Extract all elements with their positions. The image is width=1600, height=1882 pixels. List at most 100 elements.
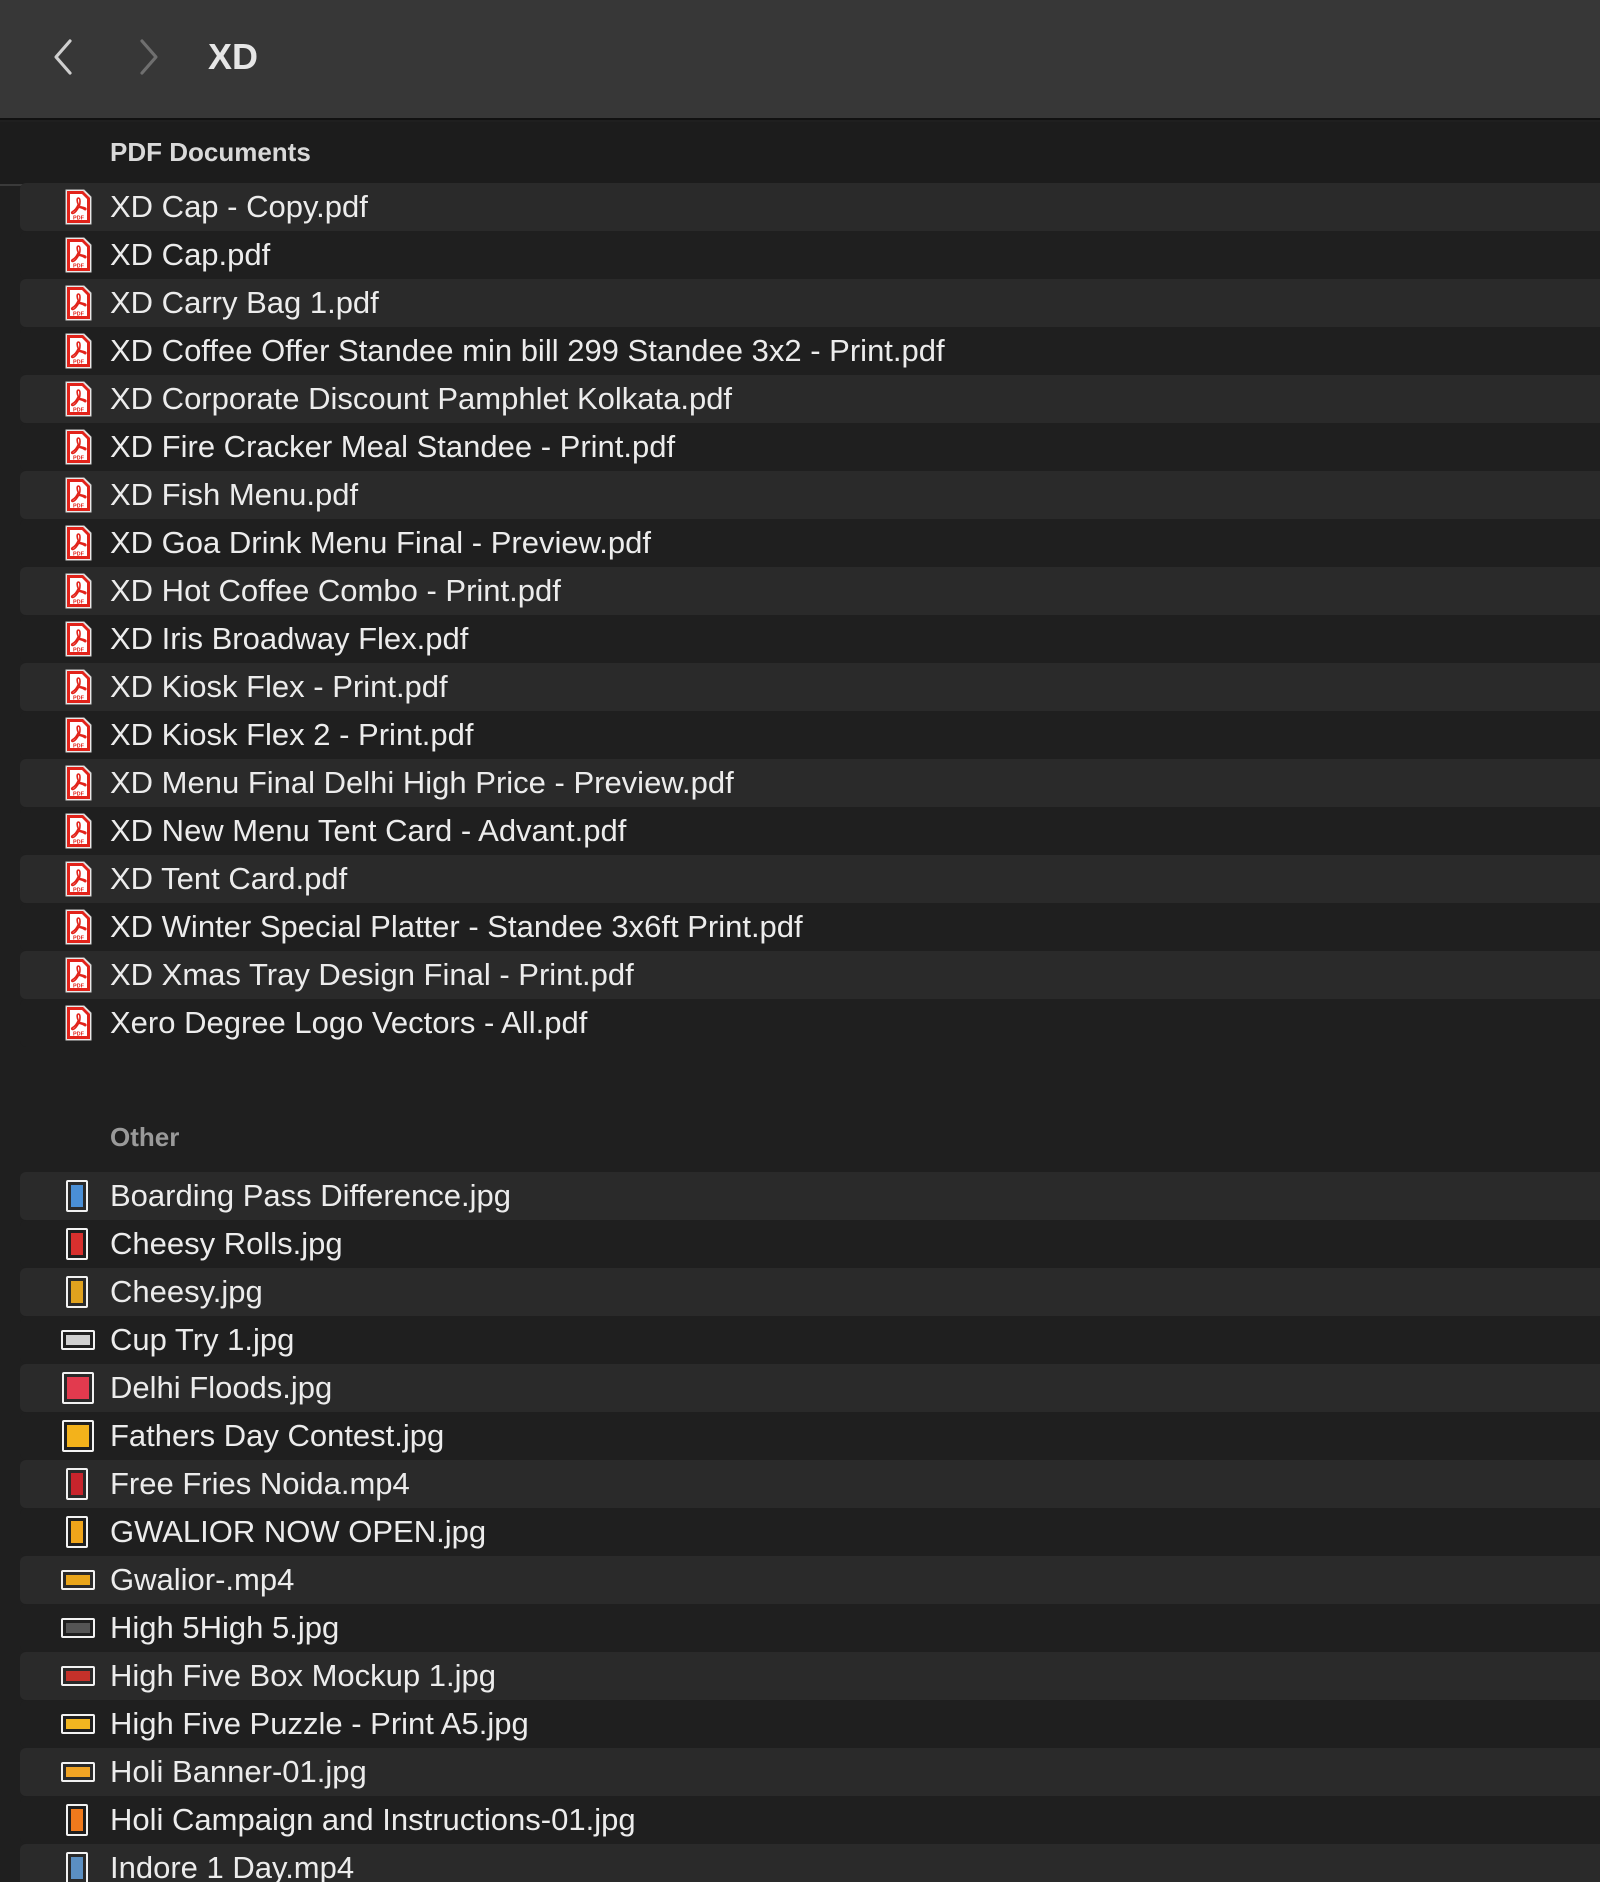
pdf-document-icon: PDF (60, 429, 96, 465)
thumbnail-fill (71, 1281, 83, 1303)
pdf-document-icon: PDF (60, 813, 96, 849)
thumbnail-fill (67, 1425, 89, 1447)
svg-text:PDF: PDF (73, 456, 85, 462)
file-row[interactable]: Holi Campaign and Instructions-01.jpg (20, 1796, 1600, 1844)
file-name: Indore 1 Day.mp4 (110, 1850, 355, 1882)
image-thumbnail-icon (60, 1370, 96, 1406)
pdf-document-icon: PDF (60, 1005, 96, 1041)
file-name: Xero Degree Logo Vectors - All.pdf (110, 1005, 588, 1040)
file-row[interactable]: PDF XD Menu Final Delhi High Price - Prev… (20, 759, 1600, 807)
pdf-document-icon: PDF (60, 525, 96, 561)
file-row[interactable]: PDF XD Cap.pdf (20, 231, 1600, 279)
pdf-document-icon: PDF (60, 573, 96, 609)
chevron-right-icon (140, 39, 158, 75)
file-row[interactable]: PDF XD Kiosk Flex 2 - Print.pdf (20, 711, 1600, 759)
svg-text:PDF: PDF (73, 216, 85, 222)
file-row[interactable]: PDF XD Fish Menu.pdf (20, 471, 1600, 519)
svg-text:PDF: PDF (73, 936, 85, 942)
file-name: Holi Banner-01.jpg (110, 1754, 367, 1789)
thumbnail-fill (66, 1719, 90, 1729)
file-row[interactable]: PDF XD Coffee Offer Standee min bill 299 … (20, 327, 1600, 375)
forward-button[interactable] (122, 30, 176, 84)
file-row[interactable]: High Five Box Mockup 1.jpg (20, 1652, 1600, 1700)
image-thumbnail-icon (60, 1418, 96, 1454)
thumbnail-frame (66, 1852, 88, 1882)
image-thumbnail-icon (60, 1178, 96, 1214)
file-name: XD Fish Menu.pdf (110, 477, 359, 512)
svg-text:PDF: PDF (73, 696, 85, 702)
file-row[interactable]: Gwalior-.mp4 (20, 1556, 1600, 1604)
thumbnail-frame (61, 1618, 95, 1638)
thumbnail-fill (71, 1233, 83, 1255)
file-name: Delhi Floods.jpg (110, 1370, 333, 1405)
file-row[interactable]: Delhi Floods.jpg (20, 1364, 1600, 1412)
thumbnail-frame (66, 1276, 88, 1308)
svg-text:PDF: PDF (73, 840, 85, 846)
svg-text:PDF: PDF (73, 744, 85, 750)
file-name: XD Coffee Offer Standee min bill 299 Sta… (110, 333, 945, 368)
file-name: Cheesy Rolls.jpg (110, 1226, 343, 1261)
file-row[interactable]: Cheesy Rolls.jpg (20, 1220, 1600, 1268)
file-row[interactable]: PDF Xero Degree Logo Vectors - All.pdf (20, 999, 1600, 1047)
file-row[interactable]: PDF XD Iris Broadway Flex.pdf (20, 615, 1600, 663)
file-row[interactable]: High 5High 5.jpg (20, 1604, 1600, 1652)
finder-window: XD PDF Documents PDF XD Cap - Copy.pdf PDF… (0, 0, 1600, 1882)
pdf-file-list: PDF XD Cap - Copy.pdf PDF XD Cap.pdf PDF XD C… (20, 183, 1600, 1047)
pdf-document-icon: PDF (60, 861, 96, 897)
file-row[interactable]: PDF XD Xmas Tray Design Final - Print.pdf (20, 951, 1600, 999)
thumbnail-frame (66, 1228, 88, 1260)
file-name: High 5High 5.jpg (110, 1610, 340, 1645)
video-thumbnail-icon (60, 1466, 96, 1502)
svg-text:PDF: PDF (73, 504, 85, 510)
image-thumbnail-icon (60, 1274, 96, 1310)
back-button[interactable] (36, 30, 90, 84)
file-row[interactable]: PDF XD Corporate Discount Pamphlet Kolkat… (20, 375, 1600, 423)
file-name: XD Fire Cracker Meal Standee - Print.pdf (110, 429, 676, 464)
file-row[interactable]: Cheesy.jpg (20, 1268, 1600, 1316)
file-row[interactable]: PDF XD Fire Cracker Meal Standee - Print.… (20, 423, 1600, 471)
file-name: XD Iris Broadway Flex.pdf (110, 621, 469, 656)
file-name: XD Cap.pdf (110, 237, 271, 272)
file-name: Cup Try 1.jpg (110, 1322, 295, 1357)
file-name: XD Xmas Tray Design Final - Print.pdf (110, 957, 634, 992)
file-row[interactable]: Cup Try 1.jpg (20, 1316, 1600, 1364)
file-row[interactable]: High Five Puzzle - Print A5.jpg (20, 1700, 1600, 1748)
file-row[interactable]: PDF XD Goa Drink Menu Final - Preview.pdf (20, 519, 1600, 567)
chevron-left-icon (54, 39, 72, 75)
file-row[interactable]: PDF XD Kiosk Flex - Print.pdf (20, 663, 1600, 711)
file-name: XD Tent Card.pdf (110, 861, 348, 896)
thumbnail-fill (71, 1809, 83, 1831)
file-row[interactable]: PDF XD Winter Special Platter - Standee 3… (20, 903, 1600, 951)
file-row[interactable]: Free Fries Noida.mp4 (20, 1460, 1600, 1508)
file-name: XD Corporate Discount Pamphlet Kolkata.p… (110, 381, 733, 416)
file-row[interactable]: GWALIOR NOW OPEN.jpg (20, 1508, 1600, 1556)
thumbnail-fill (71, 1521, 83, 1543)
file-row[interactable]: PDF XD Tent Card.pdf (20, 855, 1600, 903)
file-name: XD Hot Coffee Combo - Print.pdf (110, 573, 561, 608)
svg-text:PDF: PDF (73, 552, 85, 558)
thumbnail-frame (66, 1516, 88, 1548)
file-row[interactable]: PDF XD New Menu Tent Card - Advant.pdf (20, 807, 1600, 855)
file-row[interactable]: PDF XD Hot Coffee Combo - Print.pdf (20, 567, 1600, 615)
file-row[interactable]: Fathers Day Contest.jpg (20, 1412, 1600, 1460)
file-name: Cheesy.jpg (110, 1274, 263, 1309)
file-row[interactable]: Indore 1 Day.mp4 (20, 1844, 1600, 1882)
file-row[interactable]: PDF XD Cap - Copy.pdf (20, 183, 1600, 231)
file-name: Boarding Pass Difference.jpg (110, 1178, 511, 1213)
thumbnail-frame (61, 1762, 95, 1782)
file-name: XD Kiosk Flex 2 - Print.pdf (110, 717, 474, 752)
thumbnail-frame (61, 1714, 95, 1734)
section-header-pdf[interactable]: PDF Documents (0, 122, 1600, 186)
pdf-document-icon: PDF (60, 333, 96, 369)
file-name: Holi Campaign and Instructions-01.jpg (110, 1802, 636, 1837)
file-row[interactable]: Holi Banner-01.jpg (20, 1748, 1600, 1796)
thumbnail-fill (71, 1185, 83, 1207)
file-row[interactable]: Boarding Pass Difference.jpg (20, 1172, 1600, 1220)
image-thumbnail-icon (60, 1706, 96, 1742)
svg-text:PDF: PDF (73, 264, 85, 270)
section-header-other[interactable]: Other (0, 1112, 1600, 1162)
thumbnail-fill (71, 1857, 83, 1879)
thumbnail-fill (66, 1623, 90, 1633)
pdf-document-icon: PDF (60, 381, 96, 417)
file-row[interactable]: PDF XD Carry Bag 1.pdf (20, 279, 1600, 327)
